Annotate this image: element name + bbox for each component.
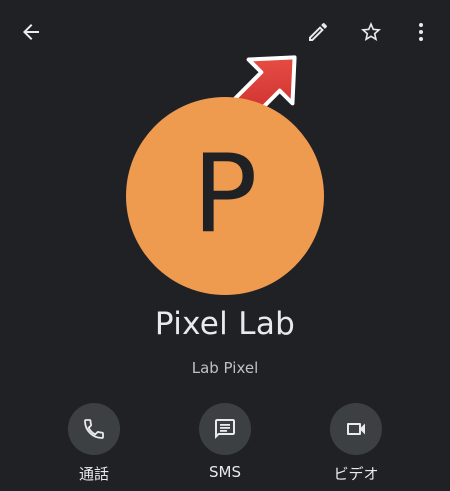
sms-action[interactable]: SMS	[175, 403, 275, 481]
contact-name: Pixel Lab	[154, 306, 296, 342]
more-options-button[interactable]	[401, 12, 441, 52]
call-action[interactable]: 通話	[44, 403, 144, 484]
contact-avatar: P	[126, 97, 324, 295]
call-label: 通話	[78, 465, 109, 483]
contact-secondary-name: Lab Pixel	[191, 359, 259, 377]
more-vert-icon	[419, 23, 423, 41]
sms-label: SMS	[209, 463, 241, 481]
video-label: ビデオ	[333, 465, 379, 483]
favorite-button[interactable]	[351, 12, 391, 52]
message-icon	[215, 419, 235, 439]
sms-button[interactable]	[199, 403, 251, 455]
videocam-icon	[347, 423, 365, 435]
call-button[interactable]	[68, 403, 120, 455]
phone-icon	[84, 419, 104, 439]
back-button[interactable]	[11, 12, 51, 52]
star-outline-icon	[361, 22, 381, 41]
video-button[interactable]	[330, 403, 382, 455]
arrow-back-icon	[23, 24, 39, 40]
video-action[interactable]: ビデオ	[306, 403, 406, 484]
avatar-initial: P	[192, 132, 258, 257]
